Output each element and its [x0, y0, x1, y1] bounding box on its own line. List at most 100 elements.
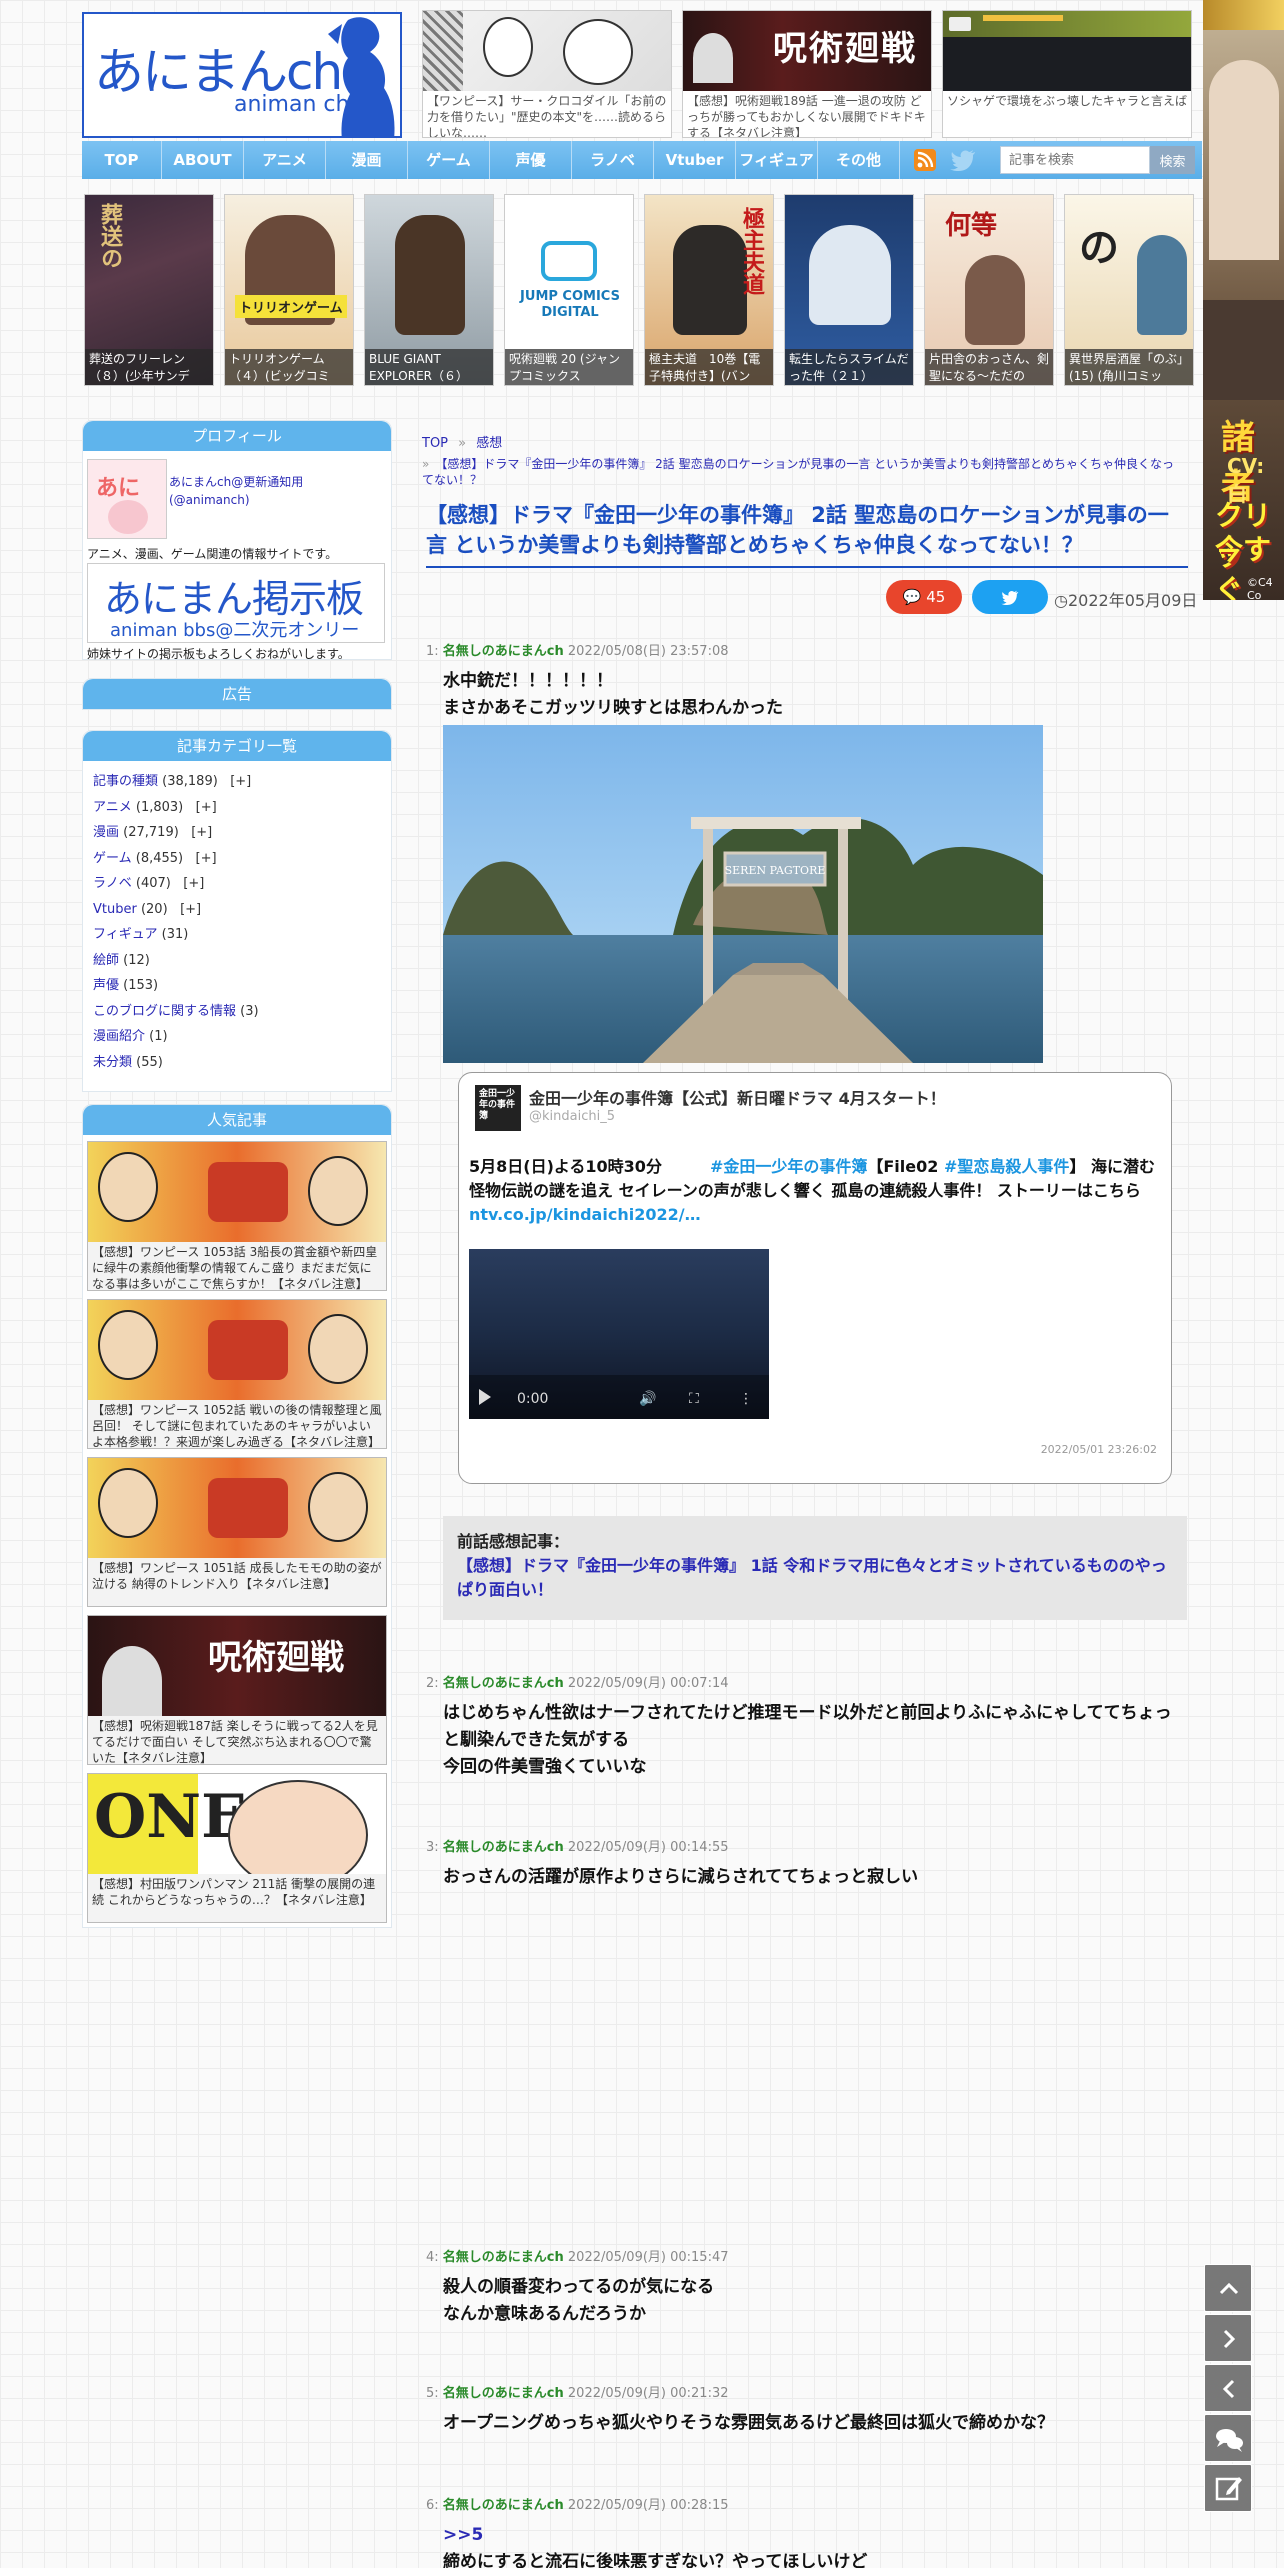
chevron-up-icon [1219, 2282, 1239, 2295]
more-options-icon[interactable]: ⋮ [739, 1391, 753, 1407]
tweet-share-button[interactable] [972, 580, 1048, 614]
nav-manga[interactable]: 漫画 [326, 141, 408, 179]
breadcrumb-separator: » [458, 436, 467, 451]
nav-top[interactable]: TOP [82, 141, 162, 179]
carousel-book[interactable]: 極主夫道 極主夫道 10巻【電子特典付き】(バン [644, 194, 774, 386]
category-item[interactable]: アニメ (1,803) [+] [93, 795, 381, 821]
tweet-account-name[interactable]: 金田一少年の事件簿【公式】新日曜ドラマ 4月スタート！ [529, 1085, 946, 1109]
carousel-book[interactable]: 葬送の 葬送のフリーレン（８）(少年サンデ [84, 194, 214, 386]
search-button[interactable]: 検索 [1150, 146, 1195, 174]
popular-title: 【感想】ワンピース 1052話 戦いの後の情報整理と風呂回！ そして謎に包まれて… [88, 1400, 386, 1448]
popular-article[interactable]: 【感想】ワンピース 1051話 成長したモモの助の姿が泣ける 納得のトレンド入り… [87, 1457, 387, 1607]
widget-header: 広告 [83, 679, 391, 709]
previous-article-link[interactable]: 【感想】ドラマ『金田一少年の事件簿』 1話 令和ドラマ用に色々とオミットされてい… [457, 1554, 1173, 1602]
play-icon[interactable] [479, 1389, 491, 1405]
profile-widget: プロフィール あに あにまんch@更新通知用(@animanch) アニメ、漫画… [82, 420, 392, 661]
book-caption: 葬送のフリーレン（８）(少年サンデ [85, 349, 213, 385]
category-item[interactable]: フィギュア (31) [93, 922, 381, 948]
search-input[interactable] [1000, 146, 1150, 174]
article-title: 【感想】ドラマ『金田一少年の事件簿』 2話 聖恋島のロケーションが見事の一言 と… [426, 500, 1188, 568]
nav-other[interactable]: その他 [818, 141, 900, 179]
category-item[interactable]: 絵師 (12) [93, 948, 381, 974]
twitter-icon[interactable] [950, 149, 976, 171]
nav-vtuber[interactable]: Vtuber [654, 141, 736, 179]
book-logo: JUMP COMICS DIGITAL [520, 289, 620, 320]
carousel-book[interactable]: の 異世界居酒屋「のぶ」 (15) (角川コミッ [1064, 194, 1194, 386]
reply-anchor-link[interactable]: >>5 [443, 2522, 867, 2549]
top-article-card[interactable]: 呪術廻戦 【感想】呪術廻戦189話 一進一退の攻防 どっちが勝ってもおかしくない… [682, 10, 932, 138]
popular-article[interactable]: ONE 【感想】村田版ワンパンマン 211話 衝撃の展開の連続 これからどうなっ… [87, 1773, 387, 1923]
bbs-banner[interactable]: あにまん掲示板 animan bbs@二次元オンリー [87, 563, 385, 643]
top-article-card[interactable]: ソシャゲで環境をぶっ壊したキャラと言えば [942, 10, 1192, 138]
tweet-link[interactable]: ntv.co.jp/kindaichi2022/… [469, 1205, 701, 1224]
ad-copyright: ©C4 Co [1247, 576, 1273, 600]
carousel-book[interactable]: JUMP COMICS DIGITAL 呪術廻戦 20 (ジャンプコミックス [504, 194, 634, 386]
tweet-avatar: 金田一少年の事件簿 [475, 1085, 521, 1131]
top-card-title: 【感想】呪術廻戦189話 一進一退の攻防 どっちが勝ってもおかしくない展開でドキ… [687, 94, 926, 138]
volume-icon[interactable]: 🔊 [639, 1391, 656, 1407]
tweet-text: 5月8日(日)よる10時30分 #金田一少年の事件簿【File02 #聖恋島殺人… [469, 1157, 1155, 1224]
tweet-video[interactable]: 0:00 🔊 ⛶ ⋮ [469, 1249, 769, 1419]
nav-about[interactable]: ABOUT [162, 141, 244, 179]
breadcrumb-current: » 【感想】ドラマ『金田一少年の事件簿』 2話 聖恋島のロケーションが見事の一言 … [422, 457, 1174, 487]
popular-article[interactable]: 【感想】ワンピース 1053話 3船長の賞金額や新四皇に緑牛の素顔他衝撃の情報て… [87, 1141, 387, 1291]
post-body: おっさんの活躍が原作よりさらに減らされててちょっと寂しい [443, 1867, 919, 1887]
book-caption: 極主夫道 10巻【電子特典付き】(バン [645, 349, 773, 385]
profile-account-link[interactable]: あにまんch@更新通知用(@animanch) [169, 473, 379, 509]
nav-ranobe[interactable]: ラノベ [572, 141, 654, 179]
prev-article-button[interactable] [1204, 2364, 1252, 2412]
post-body: >>5 締めにすると流石に後味悪すぎない？やってほしいけど [443, 2522, 867, 2568]
site-logo[interactable]: あにまんch animan ch [82, 12, 402, 138]
nav-game[interactable]: ゲーム [408, 141, 490, 179]
carousel-book[interactable]: 何等 片田舎のおっさん、剣聖になる～ただの [924, 194, 1054, 386]
post-meta: 5: 名無しのあにまんch 2022/05/09(月) 00:21:32 [426, 2386, 729, 2401]
popular-article[interactable]: 呪術廻戦 【感想】呪術廻戦187話 楽しそうに戦ってる2人を見てるだけで面白い … [87, 1615, 387, 1765]
category-item[interactable]: ゲーム (8,455) [+] [93, 846, 381, 872]
embedded-tweet[interactable]: 金田一少年の事件簿 金田一少年の事件簿【公式】新日曜ドラマ 4月スタート！ @k… [458, 1072, 1172, 1484]
post-meta: 1: 名無しのあにまんch 2022/05/08(日) 23:57:08 [426, 644, 729, 659]
category-item[interactable]: このブログに関する情報 (3) [93, 999, 381, 1025]
category-item[interactable]: 未分類 (55) [93, 1050, 381, 1076]
game-screen-image [943, 11, 1191, 91]
category-item[interactable]: 漫画 (27,719) [+] [93, 820, 381, 846]
ad-widget: 広告 [82, 678, 392, 710]
category-item[interactable]: 記事の種類 (38,189) [+] [93, 769, 381, 795]
top-article-card[interactable]: 【ワンピース】サー・クロコダイル「お前の力を借りたい」"歴史の本文"を……読める… [422, 10, 672, 138]
video-time: 0:00 [517, 1391, 549, 1407]
carousel-book[interactable]: トリリオンゲーム トリリオンゲーム（４）(ビッグコミ [224, 194, 354, 386]
comment-count-button[interactable]: 💬 45 [886, 580, 962, 614]
onepunchman-image: ONE [88, 1774, 386, 1874]
hashtag-link[interactable]: #金田一少年の事件簿 [710, 1157, 867, 1176]
profile-avatar: あに [87, 459, 167, 539]
book-caption: 片田舎のおっさん、剣聖になる～ただの [925, 349, 1053, 385]
category-item[interactable]: ラノベ (407) [+] [93, 871, 381, 897]
write-comment-button[interactable] [1204, 2464, 1252, 2512]
popular-article[interactable]: 【感想】ワンピース 1052話 戦いの後の情報整理と風呂回！ そして謎に包まれて… [87, 1299, 387, 1449]
category-item[interactable]: 声優 (153) [93, 973, 381, 999]
hashtag-link[interactable]: #聖恋島殺人事件 [944, 1157, 1069, 1176]
category-item[interactable]: 漫画紹介 (1) [93, 1024, 381, 1050]
carousel-book[interactable]: BLUE GIANT EXPLORER（６） [364, 194, 494, 386]
category-item[interactable]: Vtuber (20) [+] [93, 897, 381, 923]
article-date: ◷2022年05月09日 [1054, 591, 1198, 610]
carousel-book[interactable]: 転生したらスライムだった件（２１） [784, 194, 914, 386]
post-body: 殺人の順番変わってるのが気になる なんか意味あるんだろうか [443, 2277, 715, 2324]
comments-button[interactable] [1204, 2414, 1252, 2462]
breadcrumb-top[interactable]: TOP [422, 436, 448, 451]
nav-seiyu[interactable]: 声優 [490, 141, 572, 179]
manga-panel-image [423, 11, 671, 91]
book-caption: BLUE GIANT EXPLORER（６） [365, 349, 493, 385]
tweet-handle[interactable]: @kindaichi_5 [529, 1109, 615, 1124]
side-ad-banner[interactable]: 諸者 CV:白 クリッ 今すぐ ©C4 Co [1203, 0, 1284, 600]
book-caption: 呪術廻戦 20 (ジャンプコミックス [505, 349, 633, 385]
widget-header: プロフィール [83, 421, 391, 451]
next-article-button[interactable] [1204, 2314, 1252, 2362]
nav-figure[interactable]: フィギュア [736, 141, 818, 179]
scene-photo[interactable]: SEREN PAGTORE [443, 725, 1043, 1063]
nav-anime[interactable]: アニメ [244, 141, 326, 179]
scroll-top-button[interactable] [1204, 2264, 1252, 2312]
fullscreen-icon[interactable]: ⛶ [689, 1391, 699, 1407]
breadcrumb-category[interactable]: 感想 [476, 436, 502, 451]
rss-icon[interactable] [914, 149, 936, 171]
sister-site-note: 姉妹サイトの掲示板もよろしくおねがいします。 [87, 647, 350, 661]
